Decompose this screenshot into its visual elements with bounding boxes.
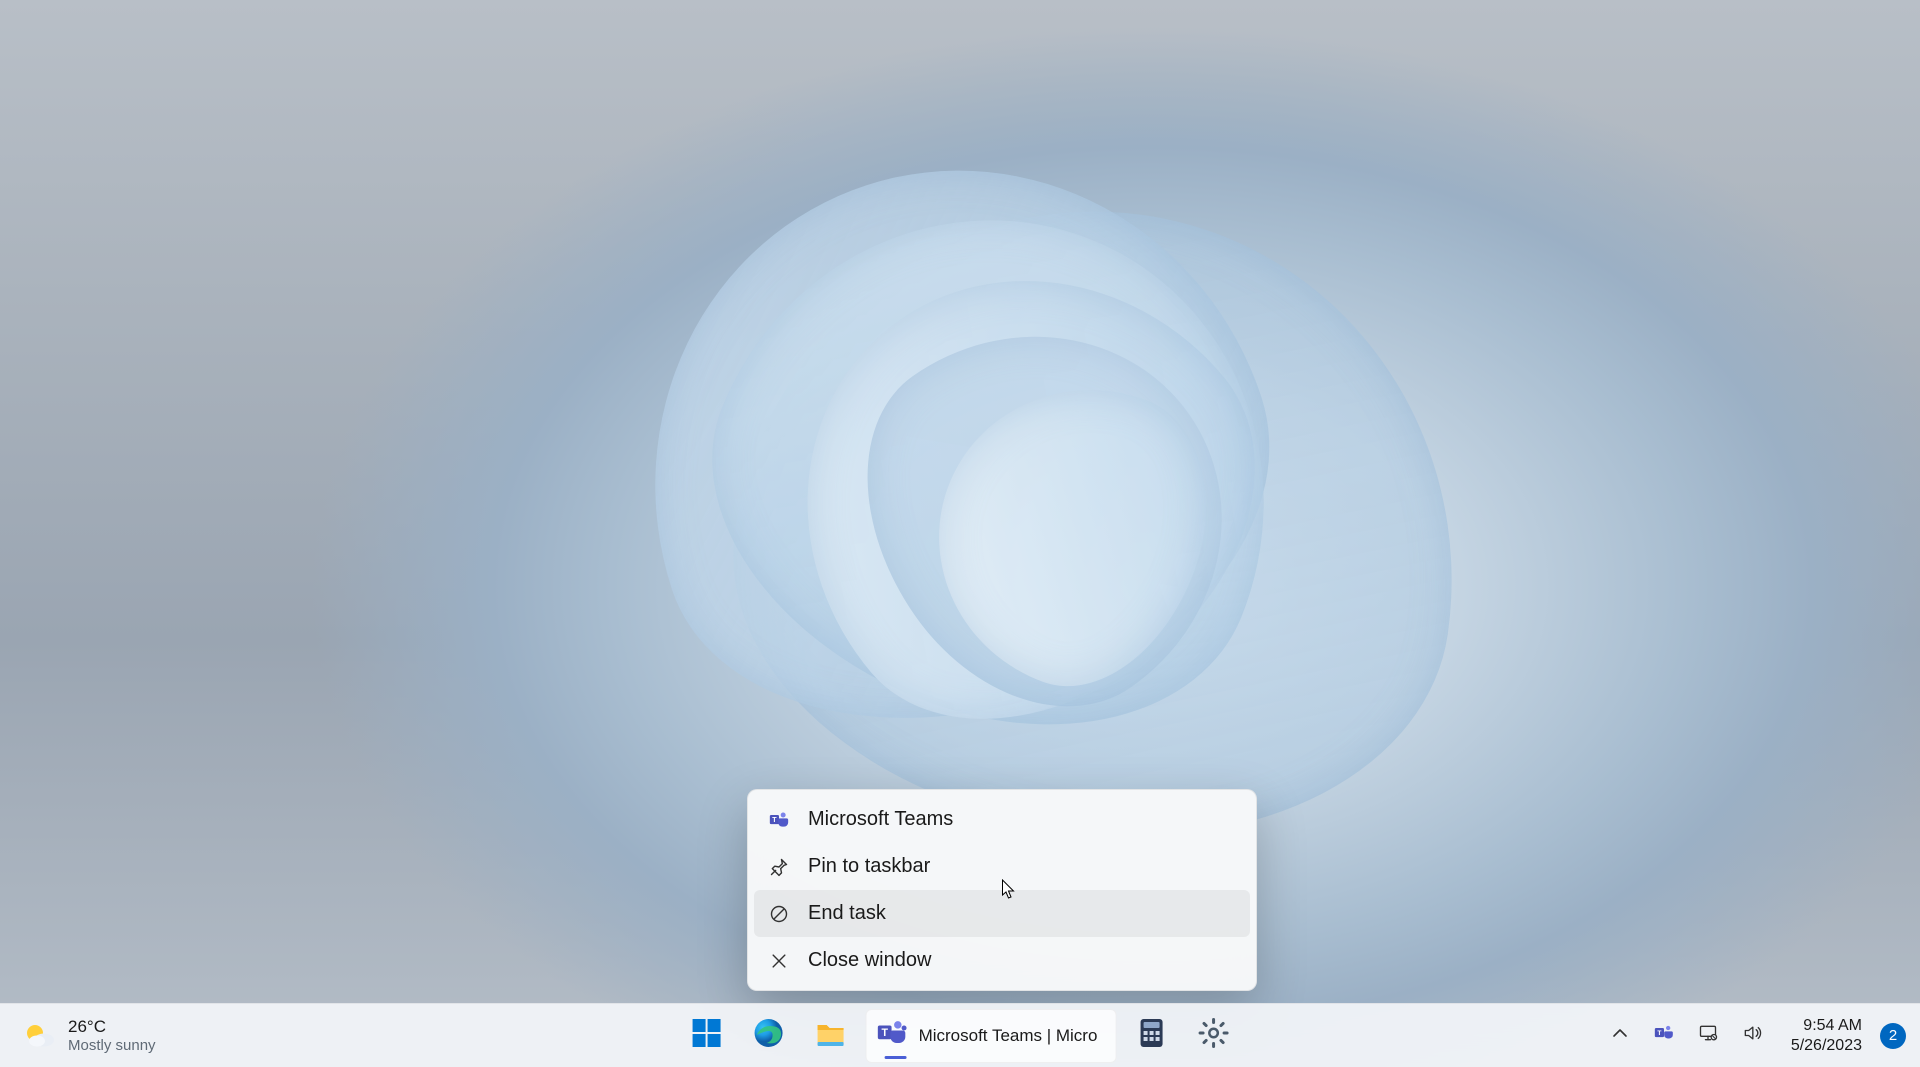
taskbar: 26°C Mostly sunny T Microsoft Teams | Mi… bbox=[0, 1003, 1920, 1067]
gear-icon bbox=[1197, 1017, 1229, 1054]
edge-button[interactable] bbox=[742, 1009, 796, 1063]
teams-taskbar-window[interactable]: T Microsoft Teams | Micro bbox=[866, 1009, 1117, 1063]
clock-date[interactable]: 9:54 AM 5/26/2023 bbox=[1777, 1016, 1870, 1054]
tray-teams-button[interactable]: T bbox=[1645, 1012, 1683, 1060]
tray-monitor-button[interactable] bbox=[1689, 1012, 1727, 1060]
context-menu-label: Pin to taskbar bbox=[808, 855, 930, 878]
weather-temp: 26°C bbox=[68, 1017, 156, 1037]
context-menu-label: Close window bbox=[808, 949, 931, 972]
file-explorer-button[interactable] bbox=[804, 1009, 858, 1063]
weather-desc: Mostly sunny bbox=[68, 1037, 156, 1054]
weather-icon bbox=[22, 1018, 56, 1052]
system-tray: T 9:54 AM 5/26/2023 2 bbox=[1601, 1012, 1920, 1060]
active-indicator bbox=[885, 1056, 907, 1059]
context-menu-label: End task bbox=[808, 902, 886, 925]
clock-time: 9:54 AM bbox=[1803, 1016, 1862, 1035]
notification-badge[interactable]: 2 bbox=[1880, 1023, 1906, 1049]
teams-icon: T bbox=[1654, 1023, 1674, 1048]
taskbar-center: T Microsoft Teams | Micro bbox=[680, 1009, 1241, 1063]
close-icon bbox=[768, 950, 790, 972]
chevron-up-icon bbox=[1610, 1023, 1630, 1048]
calculator-icon bbox=[1135, 1017, 1167, 1054]
context-menu-item-app[interactable]: T Microsoft Teams bbox=[754, 796, 1250, 843]
context-menu-item-end-task[interactable]: End task bbox=[754, 890, 1250, 937]
pin-icon bbox=[768, 856, 790, 878]
prohibit-icon bbox=[768, 903, 790, 925]
svg-text:T: T bbox=[1657, 1030, 1661, 1037]
tray-overflow-button[interactable] bbox=[1601, 1012, 1639, 1060]
windows-icon bbox=[691, 1017, 723, 1054]
svg-text:T: T bbox=[772, 816, 777, 824]
context-menu-item-pin[interactable]: Pin to taskbar bbox=[754, 843, 1250, 890]
monitor-icon bbox=[1698, 1023, 1718, 1048]
settings-button[interactable] bbox=[1186, 1009, 1240, 1063]
folder-icon bbox=[815, 1017, 847, 1054]
speaker-icon bbox=[1742, 1023, 1762, 1048]
teams-icon: T bbox=[877, 1018, 907, 1053]
calculator-button[interactable] bbox=[1124, 1009, 1178, 1063]
notification-count: 2 bbox=[1889, 1027, 1897, 1044]
context-menu-item-close[interactable]: Close window bbox=[754, 937, 1250, 984]
start-button[interactable] bbox=[680, 1009, 734, 1063]
tray-volume-button[interactable] bbox=[1733, 1012, 1771, 1060]
teams-window-title: Microsoft Teams | Micro bbox=[919, 1026, 1098, 1046]
clock-date-text: 5/26/2023 bbox=[1791, 1036, 1862, 1055]
svg-text:T: T bbox=[881, 1027, 888, 1039]
taskbar-context-menu: T Microsoft Teams Pin to taskbar End tas… bbox=[747, 789, 1257, 991]
weather-text: 26°C Mostly sunny bbox=[68, 1017, 156, 1054]
context-menu-label: Microsoft Teams bbox=[808, 808, 953, 831]
teams-icon: T bbox=[768, 809, 790, 831]
weather-widget[interactable]: 26°C Mostly sunny bbox=[0, 1017, 300, 1054]
edge-icon bbox=[753, 1017, 785, 1054]
